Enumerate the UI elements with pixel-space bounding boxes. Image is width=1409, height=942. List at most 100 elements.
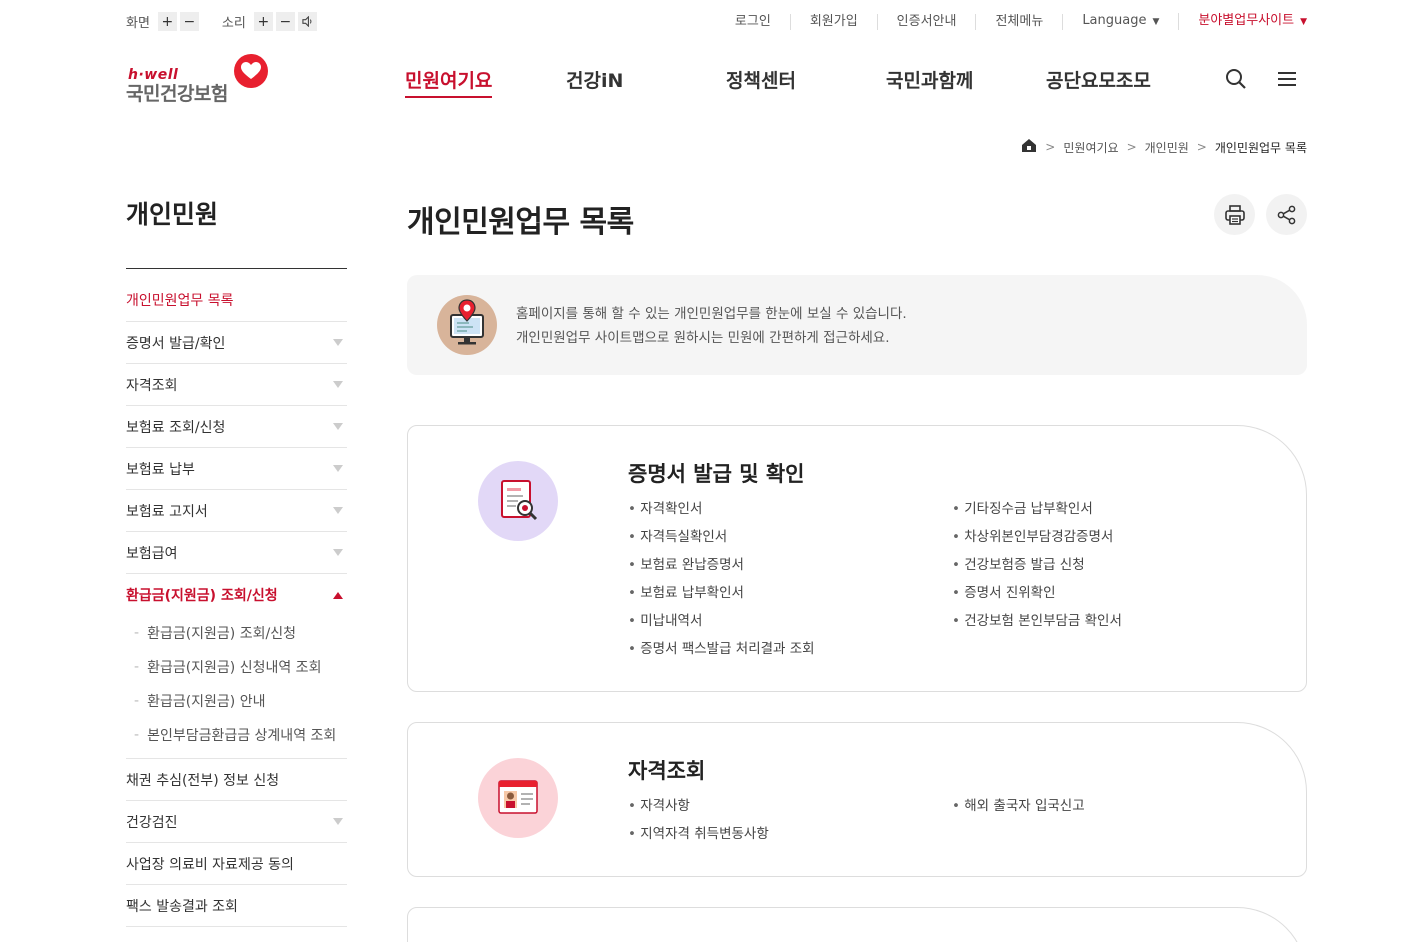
print-button[interactable]: [1214, 194, 1255, 235]
service-link[interactable]: 자격확인서: [628, 495, 815, 523]
chevron-right-icon: >: [1126, 140, 1137, 154]
service-link[interactable]: 기타징수금 납부확인서: [952, 495, 1122, 523]
gnb-item-health-in[interactable]: 건강iN: [566, 66, 623, 93]
lnb-subitem[interactable]: - 본인부담금환급금 상계내역 조회: [126, 718, 347, 752]
certificate-guide-link[interactable]: 인증서안내: [878, 13, 977, 30]
lnb-item[interactable]: 자격조회: [126, 364, 347, 406]
language-select[interactable]: Language ▼: [1063, 13, 1180, 30]
lnb-item[interactable]: 채권 추심(전부) 정보 신청: [126, 759, 347, 801]
volume-up-button[interactable]: +: [253, 12, 273, 31]
gnb-item-with-citizens[interactable]: 국민과함께: [886, 66, 973, 93]
card-link-column: 자격확인서 자격득실확인서 보험료 완납증명서 보험료 납부확인서 미납내역서 …: [628, 495, 815, 663]
card-link-column: 해외 출국자 입국신고: [952, 792, 1084, 820]
volume-down-button[interactable]: −: [275, 12, 295, 31]
lnb-item-label: 증명서 발급/확인: [126, 335, 226, 352]
print-icon: [1224, 204, 1245, 225]
lnb-subitem-label: 본인부담금환급금 상계내역 조회: [147, 728, 337, 744]
lnb-item[interactable]: 보험료 납부: [126, 448, 347, 490]
share-button[interactable]: [1266, 194, 1307, 235]
lnb-item-label: 개인민원업무 목록: [126, 293, 234, 309]
lnb-item-label: 보험료 고지서: [126, 503, 208, 520]
breadcrumb-item[interactable]: 개인민원: [1145, 139, 1189, 156]
service-link[interactable]: 자격사항: [628, 792, 769, 820]
document-search-icon: [478, 461, 558, 541]
lnb-item[interactable]: 사업장 의료비 자료제공 동의: [126, 843, 347, 885]
zoom-in-button[interactable]: +: [157, 12, 177, 31]
lnb-item[interactable]: 개인민원업무 목록: [126, 269, 347, 322]
breadcrumb-current: 개인민원업무 목록: [1214, 140, 1307, 155]
hamburger-menu-icon[interactable]: [1277, 70, 1297, 88]
card-link-column: 자격사항 지역자격 취득변동사항: [628, 792, 769, 848]
expand-arrow-icon: [333, 507, 343, 514]
lnb-item[interactable]: 보험료 조회/신청: [126, 406, 347, 448]
lnb-item-label: 팩스 발송결과 조회: [126, 898, 238, 915]
lnb-subitem-label: 환급금(지원금) 신청내역 조회: [147, 660, 322, 676]
service-card-certificates: 증명서 발급 및 확인 자격확인서 자격득실확인서 보험료 완납증명서 보험료 …: [407, 425, 1307, 692]
lnb-item-label: 보험급여: [126, 545, 178, 562]
expand-arrow-icon: [333, 381, 343, 388]
service-card-eligibility: 자격조회 자격사항 지역자격 취득변동사항 해외 출국자 입국신고: [407, 722, 1307, 877]
service-link[interactable]: 해외 출국자 입국신고: [952, 792, 1084, 820]
service-link[interactable]: 건강보험증 발급 신청: [952, 551, 1122, 579]
service-link[interactable]: 자격득실확인서: [628, 523, 815, 551]
lnb-subitem[interactable]: - 환급금(지원금) 신청내역 조회: [126, 650, 347, 684]
intro-text: 홈페이지를 통해 할 수 있는 개인민원업무를 한눈에 보실 수 있습니다. 개…: [516, 302, 907, 350]
lnb-item[interactable]: 증명서 발급/확인: [126, 322, 347, 364]
lnb-item-label: 보험료 납부: [126, 461, 195, 478]
breadcrumb-item[interactable]: 민원여기요: [1063, 139, 1118, 156]
lnb-item-expanded[interactable]: 환급금(지원금) 조회/신청: [126, 574, 347, 616]
logo-name: 국민건강보험: [126, 83, 228, 105]
all-menu-link[interactable]: 전체메뉴: [976, 13, 1064, 30]
intro-line: 개인민원업무 사이트맵으로 원하시는 민원에 간편하게 접근하세요.: [516, 330, 890, 346]
lnb-item[interactable]: 팩스 발송결과 조회: [126, 885, 347, 927]
service-link[interactable]: 증명서 팩스발급 처리결과 조회: [628, 635, 814, 663]
id-card-icon: [478, 758, 558, 838]
signup-link[interactable]: 회원가입: [791, 13, 878, 30]
lnb-subitem-label: 환급금(지원금) 안내: [147, 694, 266, 710]
lnb-item-label: 보험료 조회/신청: [126, 419, 226, 436]
language-label: Language: [1082, 13, 1147, 28]
business-sites-label: 분야별업무사이트: [1198, 13, 1295, 28]
service-link[interactable]: 미납내역서: [628, 607, 815, 635]
heart-logo-icon: [234, 54, 268, 88]
service-link[interactable]: 지역자격 취득변동사항: [628, 820, 769, 848]
search-icon[interactable]: [1225, 68, 1247, 90]
lnb-item-label: 자격조회: [126, 377, 178, 394]
lnb-item-label: 사업장 의료비 자료제공 동의: [126, 856, 294, 873]
service-link[interactable]: 차상위본인부담경감증명서: [952, 523, 1122, 551]
card-title: 자격조회: [628, 759, 706, 783]
gnb-item-about[interactable]: 공단요모조모: [1046, 66, 1151, 93]
gnb-item-minwon[interactable]: 민원여기요: [405, 66, 493, 98]
speaker-icon[interactable]: [297, 12, 317, 31]
expand-arrow-icon: [333, 549, 343, 556]
login-link[interactable]: 로그인: [716, 13, 791, 30]
service-link[interactable]: 증명서 진위확인: [952, 579, 1122, 607]
nhis-logo[interactable]: h·well 국민건강보험: [126, 54, 276, 106]
service-link[interactable]: 보험료 완납증명서: [628, 551, 815, 579]
expand-arrow-icon: [333, 465, 343, 472]
lnb-subitem[interactable]: - 환급금(지원금) 안내: [126, 684, 347, 718]
business-sites-select[interactable]: 분야별업무사이트 ▼: [1179, 13, 1307, 30]
zoom-out-button[interactable]: −: [179, 12, 199, 31]
lnb-subitem[interactable]: - 환급금(지원금) 조회/신청: [126, 616, 347, 650]
collapse-arrow-icon: [333, 591, 343, 599]
monitor-location-icon: [437, 295, 497, 355]
card-link-column: 기타징수금 납부확인서 차상위본인부담경감증명서 건강보험증 발급 신청 증명서…: [952, 495, 1122, 635]
lnb-item-label: 채권 추심(전부) 정보 신청: [126, 772, 280, 789]
caret-down-icon: ▼: [1152, 17, 1160, 27]
service-link[interactable]: 보험료 납부확인서: [628, 579, 815, 607]
expand-arrow-icon: [333, 818, 343, 825]
intro-line: 홈페이지를 통해 할 수 있는 개인민원업무를 한눈에 보실 수 있습니다.: [516, 306, 907, 322]
caret-down-icon: ▼: [1300, 17, 1307, 27]
expand-arrow-icon: [333, 423, 343, 430]
chevron-right-icon: >: [1196, 140, 1207, 154]
gnb-item-policy-center[interactable]: 정책센터: [726, 66, 796, 93]
lnb-item[interactable]: 보험급여: [126, 532, 347, 574]
page-tools: [1214, 194, 1307, 235]
lnb-item[interactable]: 보험료 고지서: [126, 490, 347, 532]
screen-size-label: 화면: [126, 16, 150, 31]
service-link[interactable]: 건강보험 본인부담금 확인서: [952, 607, 1122, 635]
expand-arrow-icon: [333, 339, 343, 346]
home-icon[interactable]: [1021, 138, 1037, 156]
lnb-item[interactable]: 건강검진: [126, 801, 347, 843]
